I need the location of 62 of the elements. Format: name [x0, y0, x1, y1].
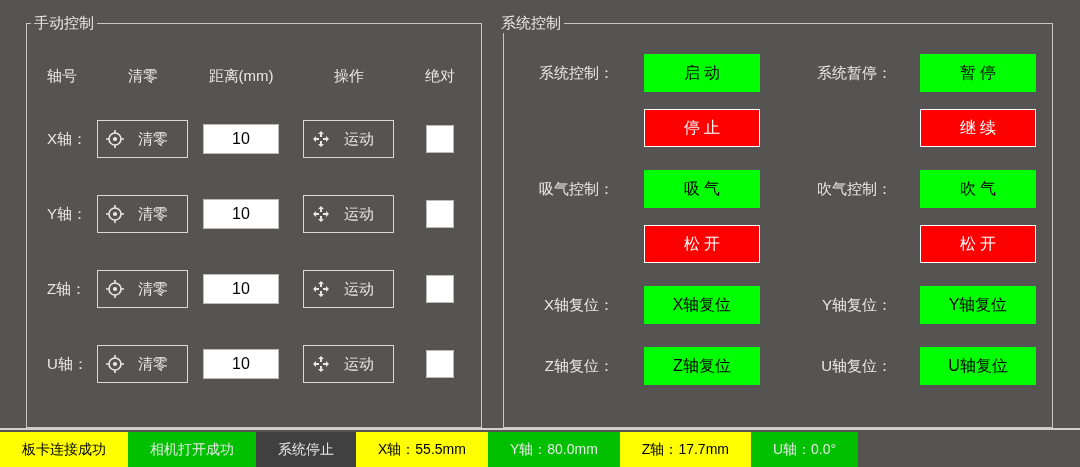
column-header: 清零	[126, 65, 159, 86]
move-arrows-icon	[312, 130, 330, 148]
status-item: X轴：55.5mm	[356, 432, 488, 467]
move-button[interactable]: 运动	[303, 270, 394, 308]
column-header: 轴号	[47, 65, 78, 86]
move-button[interactable]: 运动	[303, 345, 394, 383]
control-label: 系统控制：	[538, 63, 615, 83]
control-button[interactable]: 暂 停	[920, 54, 1036, 92]
control-button[interactable]: 继 续	[920, 109, 1036, 147]
distance-field[interactable]: 10	[203, 124, 279, 154]
move-button[interactable]: 运动	[303, 120, 394, 158]
control-button[interactable]: 松 开	[920, 225, 1036, 263]
control-button[interactable]: 启 动	[644, 54, 760, 92]
control-button[interactable]: 吸 气	[644, 170, 760, 208]
panel-title: 系统控制	[500, 13, 562, 33]
column-header: 绝对	[424, 65, 456, 86]
clear-button[interactable]: 清零	[97, 270, 188, 308]
clear-button[interactable]: 清零	[97, 120, 188, 158]
control-button[interactable]: 停 止	[644, 109, 760, 147]
control-label: U轴复位：	[820, 356, 893, 376]
clear-button[interactable]: 清零	[97, 345, 188, 383]
move-arrows-icon	[312, 280, 330, 298]
panel-title: 手动控制	[33, 13, 95, 33]
control-label: X轴复位：	[543, 295, 615, 315]
absolute-checkbox[interactable]	[426, 350, 454, 378]
status-item: 系统停止	[256, 432, 356, 467]
distance-field[interactable]: 10	[203, 349, 279, 379]
status-item: Y轴：80.0mm	[487, 432, 620, 467]
control-label: 系统暂停：	[816, 63, 893, 83]
axis-label: Y轴：	[47, 203, 88, 224]
absolute-checkbox[interactable]	[426, 200, 454, 228]
status-item: 相机打开成功	[128, 432, 256, 467]
move-arrows-icon	[312, 355, 330, 373]
axis-label: U轴：	[47, 353, 89, 374]
axis-label: Z轴：	[47, 278, 88, 299]
status-item: 板卡连接成功	[0, 432, 128, 467]
control-button[interactable]: 吹 气	[920, 170, 1036, 208]
control-label: Z轴复位：	[543, 356, 615, 376]
crosshair-icon	[106, 280, 124, 298]
control-label: 吹气控制：	[816, 179, 893, 199]
status-item: U轴：0.0°	[750, 432, 859, 467]
control-button[interactable]: 松 开	[644, 225, 760, 263]
control-label: Y轴复位：	[821, 295, 893, 315]
control-label: 吸气控制：	[538, 179, 615, 199]
absolute-checkbox[interactable]	[426, 275, 454, 303]
control-button[interactable]: X轴复位	[644, 286, 760, 324]
clear-button[interactable]: 清零	[97, 195, 188, 233]
distance-field[interactable]: 10	[203, 274, 279, 304]
status-item: Z轴：17.7mm	[619, 432, 751, 467]
column-header: 操作	[332, 65, 365, 86]
absolute-checkbox[interactable]	[426, 125, 454, 153]
crosshair-icon	[106, 205, 124, 223]
crosshair-icon	[106, 130, 124, 148]
axis-label: X轴：	[47, 128, 88, 149]
crosshair-icon	[106, 355, 124, 373]
move-button[interactable]: 运动	[303, 195, 394, 233]
control-button[interactable]: Z轴复位	[644, 347, 760, 385]
column-header: 距离(mm)	[207, 65, 275, 86]
distance-field[interactable]: 10	[203, 199, 279, 229]
control-button[interactable]: U轴复位	[920, 347, 1036, 385]
move-arrows-icon	[312, 205, 330, 223]
control-button[interactable]: Y轴复位	[920, 286, 1036, 324]
